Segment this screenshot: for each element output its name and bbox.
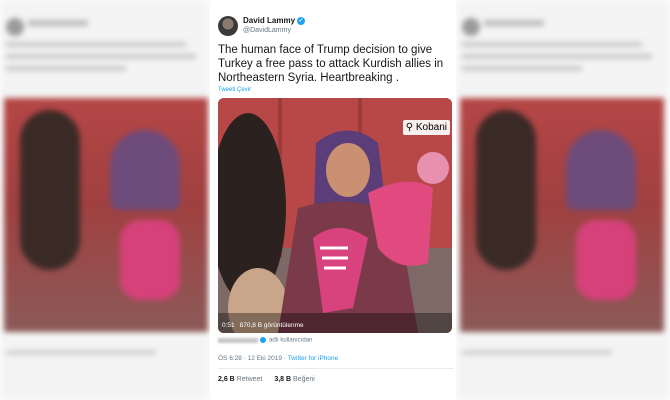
author-name-row[interactable]: David Lammy ✓ xyxy=(243,16,306,25)
divider xyxy=(218,368,454,369)
tweet-text: The human face of Trump decision to give… xyxy=(218,44,444,84)
likes-stat[interactable]: 3,8 B Beğeni xyxy=(274,376,314,383)
video-stats: 0:51 870,8 B görüntülenme xyxy=(222,322,309,329)
tweet-meta: ÖS 6:28 · 12 Eki 2019 · Twitter for iPho… xyxy=(218,355,338,362)
video-duration: 0:51 xyxy=(222,322,235,329)
verified-icon: ✓ xyxy=(297,16,306,25)
verified-icon xyxy=(260,337,266,343)
attribution-user-blurred xyxy=(218,337,258,343)
tweet-source[interactable]: Twitter for iPhone xyxy=(288,355,339,362)
location-pin-icon: ⚲ xyxy=(405,122,414,133)
likes-label: Beğeni xyxy=(293,376,315,383)
author-handle[interactable]: @DavidLammy xyxy=(243,27,291,34)
retweets-stat[interactable]: 2,6 B Retweet xyxy=(218,376,262,383)
location-label: Kobani xyxy=(415,122,447,133)
video-views: 870,8 B görüntülenme xyxy=(239,322,304,329)
blurred-background-left xyxy=(0,0,210,400)
translate-link[interactable]: Tweeti Çevir xyxy=(218,87,251,93)
tweet-card: David Lammy ✓ @DavidLammy The human face … xyxy=(210,0,456,400)
tweet-time[interactable]: ÖS 6:28 xyxy=(218,355,242,362)
separator: · xyxy=(283,355,286,362)
separator: · xyxy=(243,355,246,362)
video-attribution[interactable]: adlı kullanıcıdan xyxy=(218,337,312,344)
retweets-label: Retweet xyxy=(236,376,263,383)
location-tag: ⚲ Kobani xyxy=(402,120,450,135)
author-name[interactable]: David Lammy xyxy=(243,16,295,25)
tweet-stats: 2,6 B Retweet 3,8 B Beğeni xyxy=(218,376,315,383)
tweet-date[interactable]: 12 Eki 2019 xyxy=(248,355,282,362)
avatar[interactable] xyxy=(218,16,238,36)
attribution-text: adlı kullanıcıdan xyxy=(269,337,313,344)
likes-count: 3,8 B xyxy=(274,376,292,383)
retweets-count: 2,6 B xyxy=(218,376,235,383)
tweet-video[interactable]: ⚲ Kobani 0:51 870,8 B görüntülenme xyxy=(218,98,452,333)
blurred-background-right xyxy=(456,0,670,400)
